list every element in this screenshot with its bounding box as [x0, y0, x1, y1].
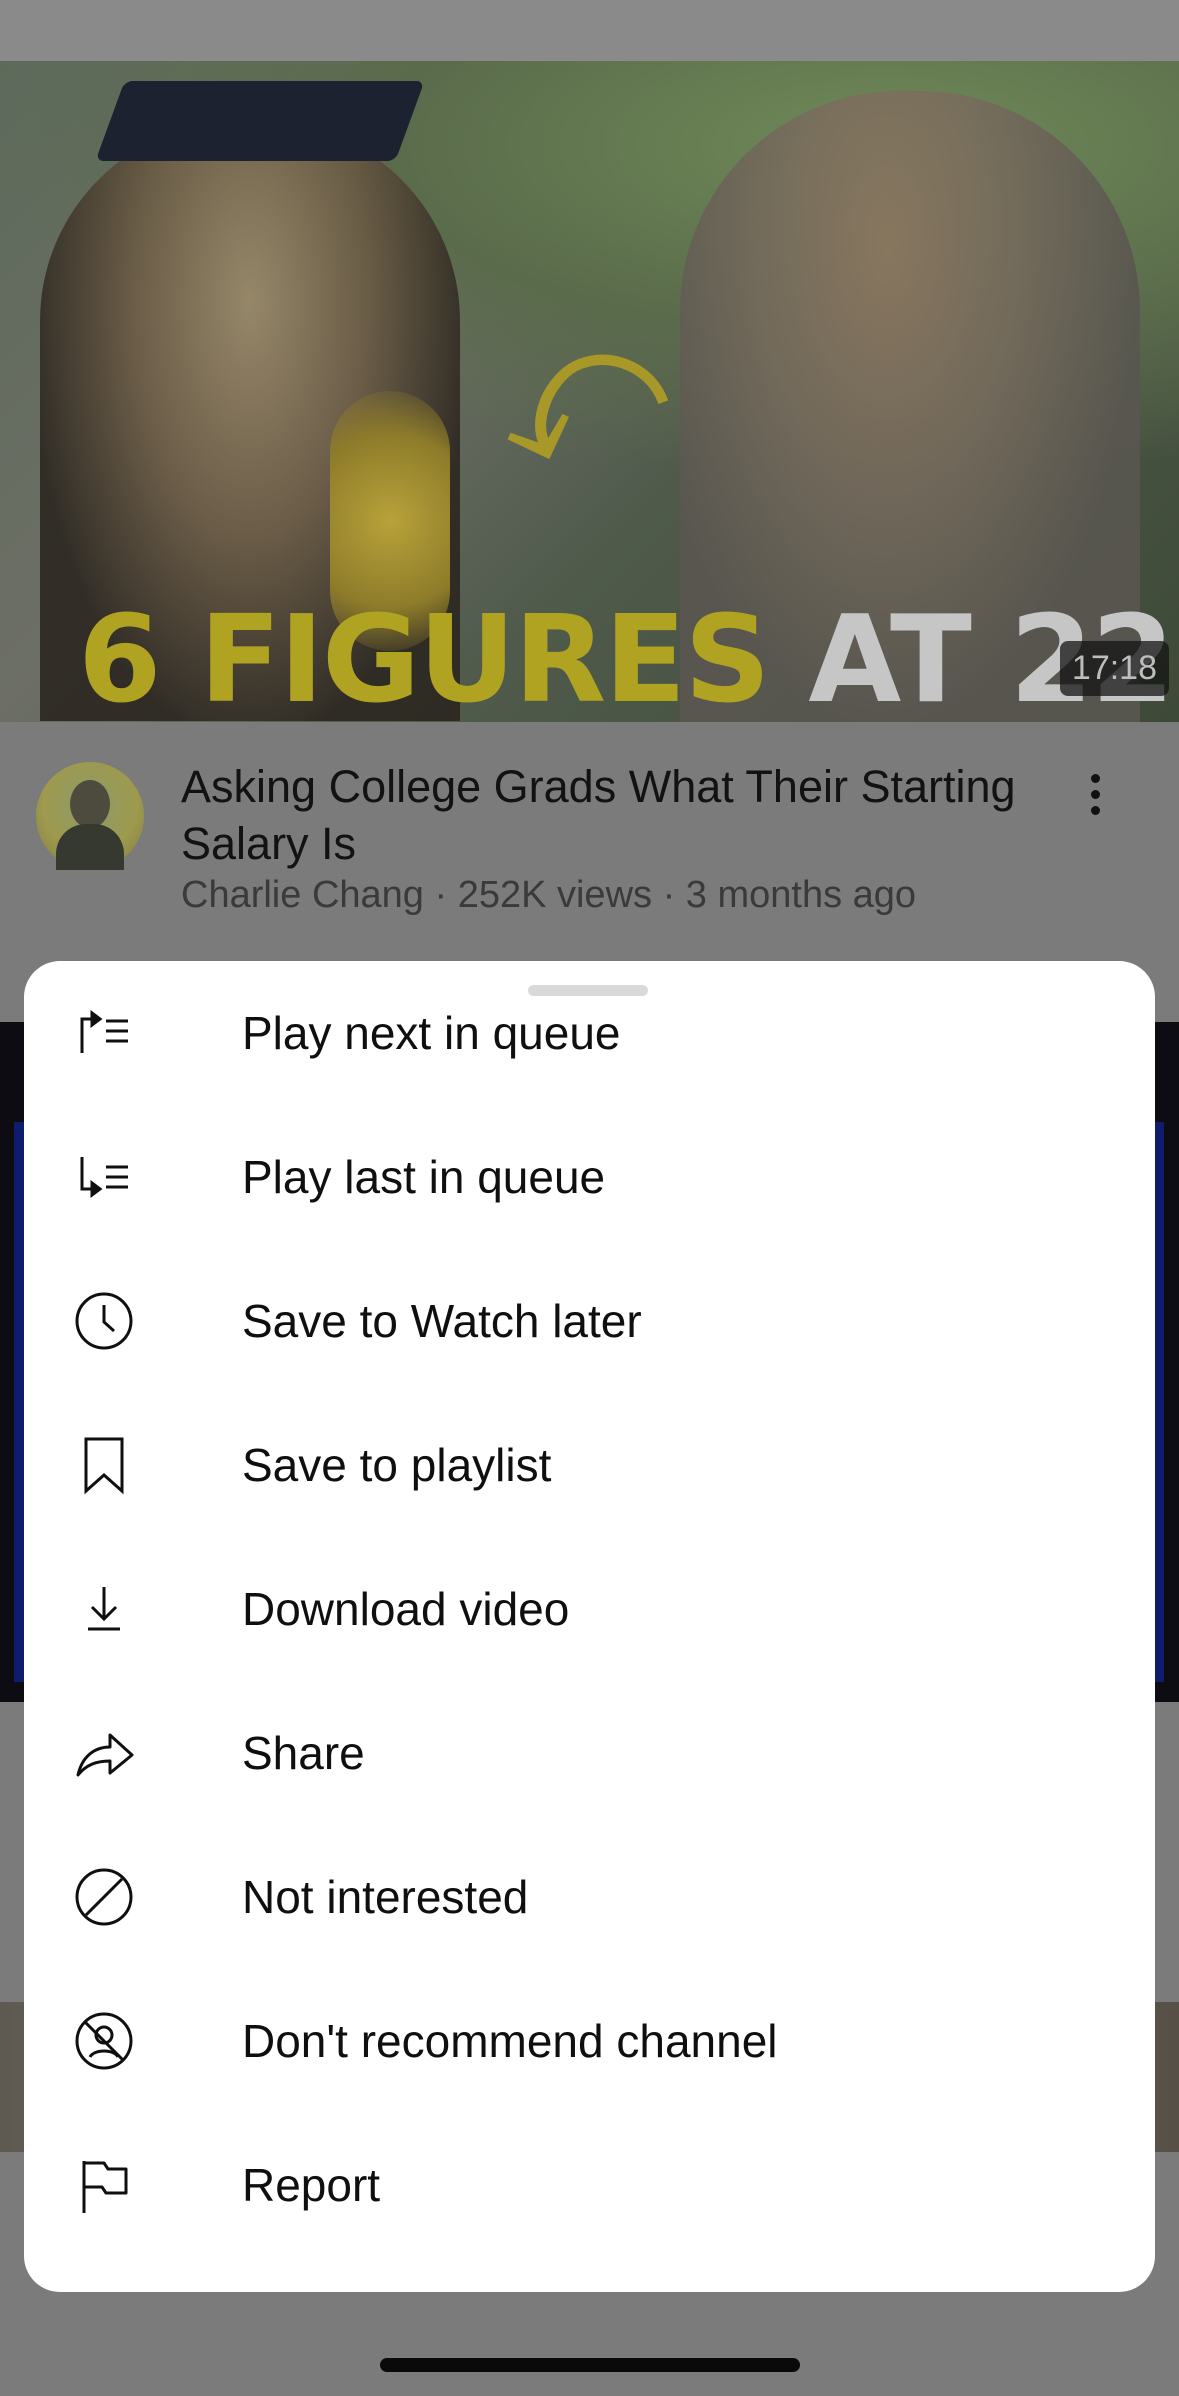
menu-item-play-last[interactable]: Play last in queue: [24, 1105, 1155, 1249]
menu-item-share[interactable]: Share: [24, 1681, 1155, 1825]
menu-item-not-interested[interactable]: Not interested: [24, 1825, 1155, 1969]
avatar-body: [56, 824, 124, 870]
share-arrow-icon: [74, 1723, 134, 1783]
thumbnail-headline: 6 FIGURES AT 22?: [78, 601, 1179, 721]
no-channel-icon: [74, 2011, 134, 2071]
play-last-queue-icon: [74, 1147, 134, 1207]
menu-item-label: Share: [242, 1727, 365, 1779]
video-thumbnail[interactable]: ⤺ 6 FIGURES AT 22? 17:18: [0, 61, 1179, 722]
play-next-queue-icon: [74, 1003, 134, 1063]
top-bar: [0, 0, 1179, 61]
menu-item-label: Not interested: [242, 1871, 529, 1923]
menu-item-label: Play last in queue: [242, 1151, 606, 1203]
menu-item-label: Download video: [242, 1583, 570, 1635]
menu-item-label: Don't recommend channel: [242, 2015, 778, 2067]
video-title[interactable]: Asking College Grads What Their Starting…: [181, 758, 1041, 872]
block-icon: [74, 1867, 134, 1927]
menu-item-label: Play next in queue: [242, 1007, 621, 1059]
menu-item-label: Report: [242, 2159, 381, 2211]
clock-icon: [74, 1291, 134, 1351]
home-indicator[interactable]: [380, 2358, 800, 2372]
menu-item-report[interactable]: Report: [24, 2113, 1155, 2257]
video-meta: Charlie Chang · 252K views · 3 months ag…: [181, 874, 917, 916]
more-options-icon[interactable]: [1075, 768, 1115, 828]
menu-item-download[interactable]: Download video: [24, 1537, 1155, 1681]
menu-item-save-playlist[interactable]: Save to playlist: [24, 1393, 1155, 1537]
menu-item-watch-later[interactable]: Save to Watch later: [24, 1249, 1155, 1393]
action-sheet: Play next in queue Play last in queue Sa…: [24, 961, 1155, 2292]
menu-item-label: Save to Watch later: [242, 1295, 642, 1347]
bookmark-icon: [74, 1435, 134, 1495]
menu-item-label: Save to playlist: [242, 1439, 552, 1491]
channel-avatar[interactable]: [36, 762, 144, 870]
thumbnail-headline-part1: 6 FIGURES: [78, 591, 771, 722]
download-icon: [74, 1579, 134, 1639]
avatar-face: [70, 780, 110, 828]
flag-icon: [74, 2155, 134, 2215]
menu-item-dont-recommend[interactable]: Don't recommend channel: [24, 1969, 1155, 2113]
video-duration-badge: 17:18: [1059, 641, 1169, 696]
thumbnail-cap: [95, 81, 425, 161]
menu-item-play-next[interactable]: Play next in queue: [24, 961, 1155, 1105]
